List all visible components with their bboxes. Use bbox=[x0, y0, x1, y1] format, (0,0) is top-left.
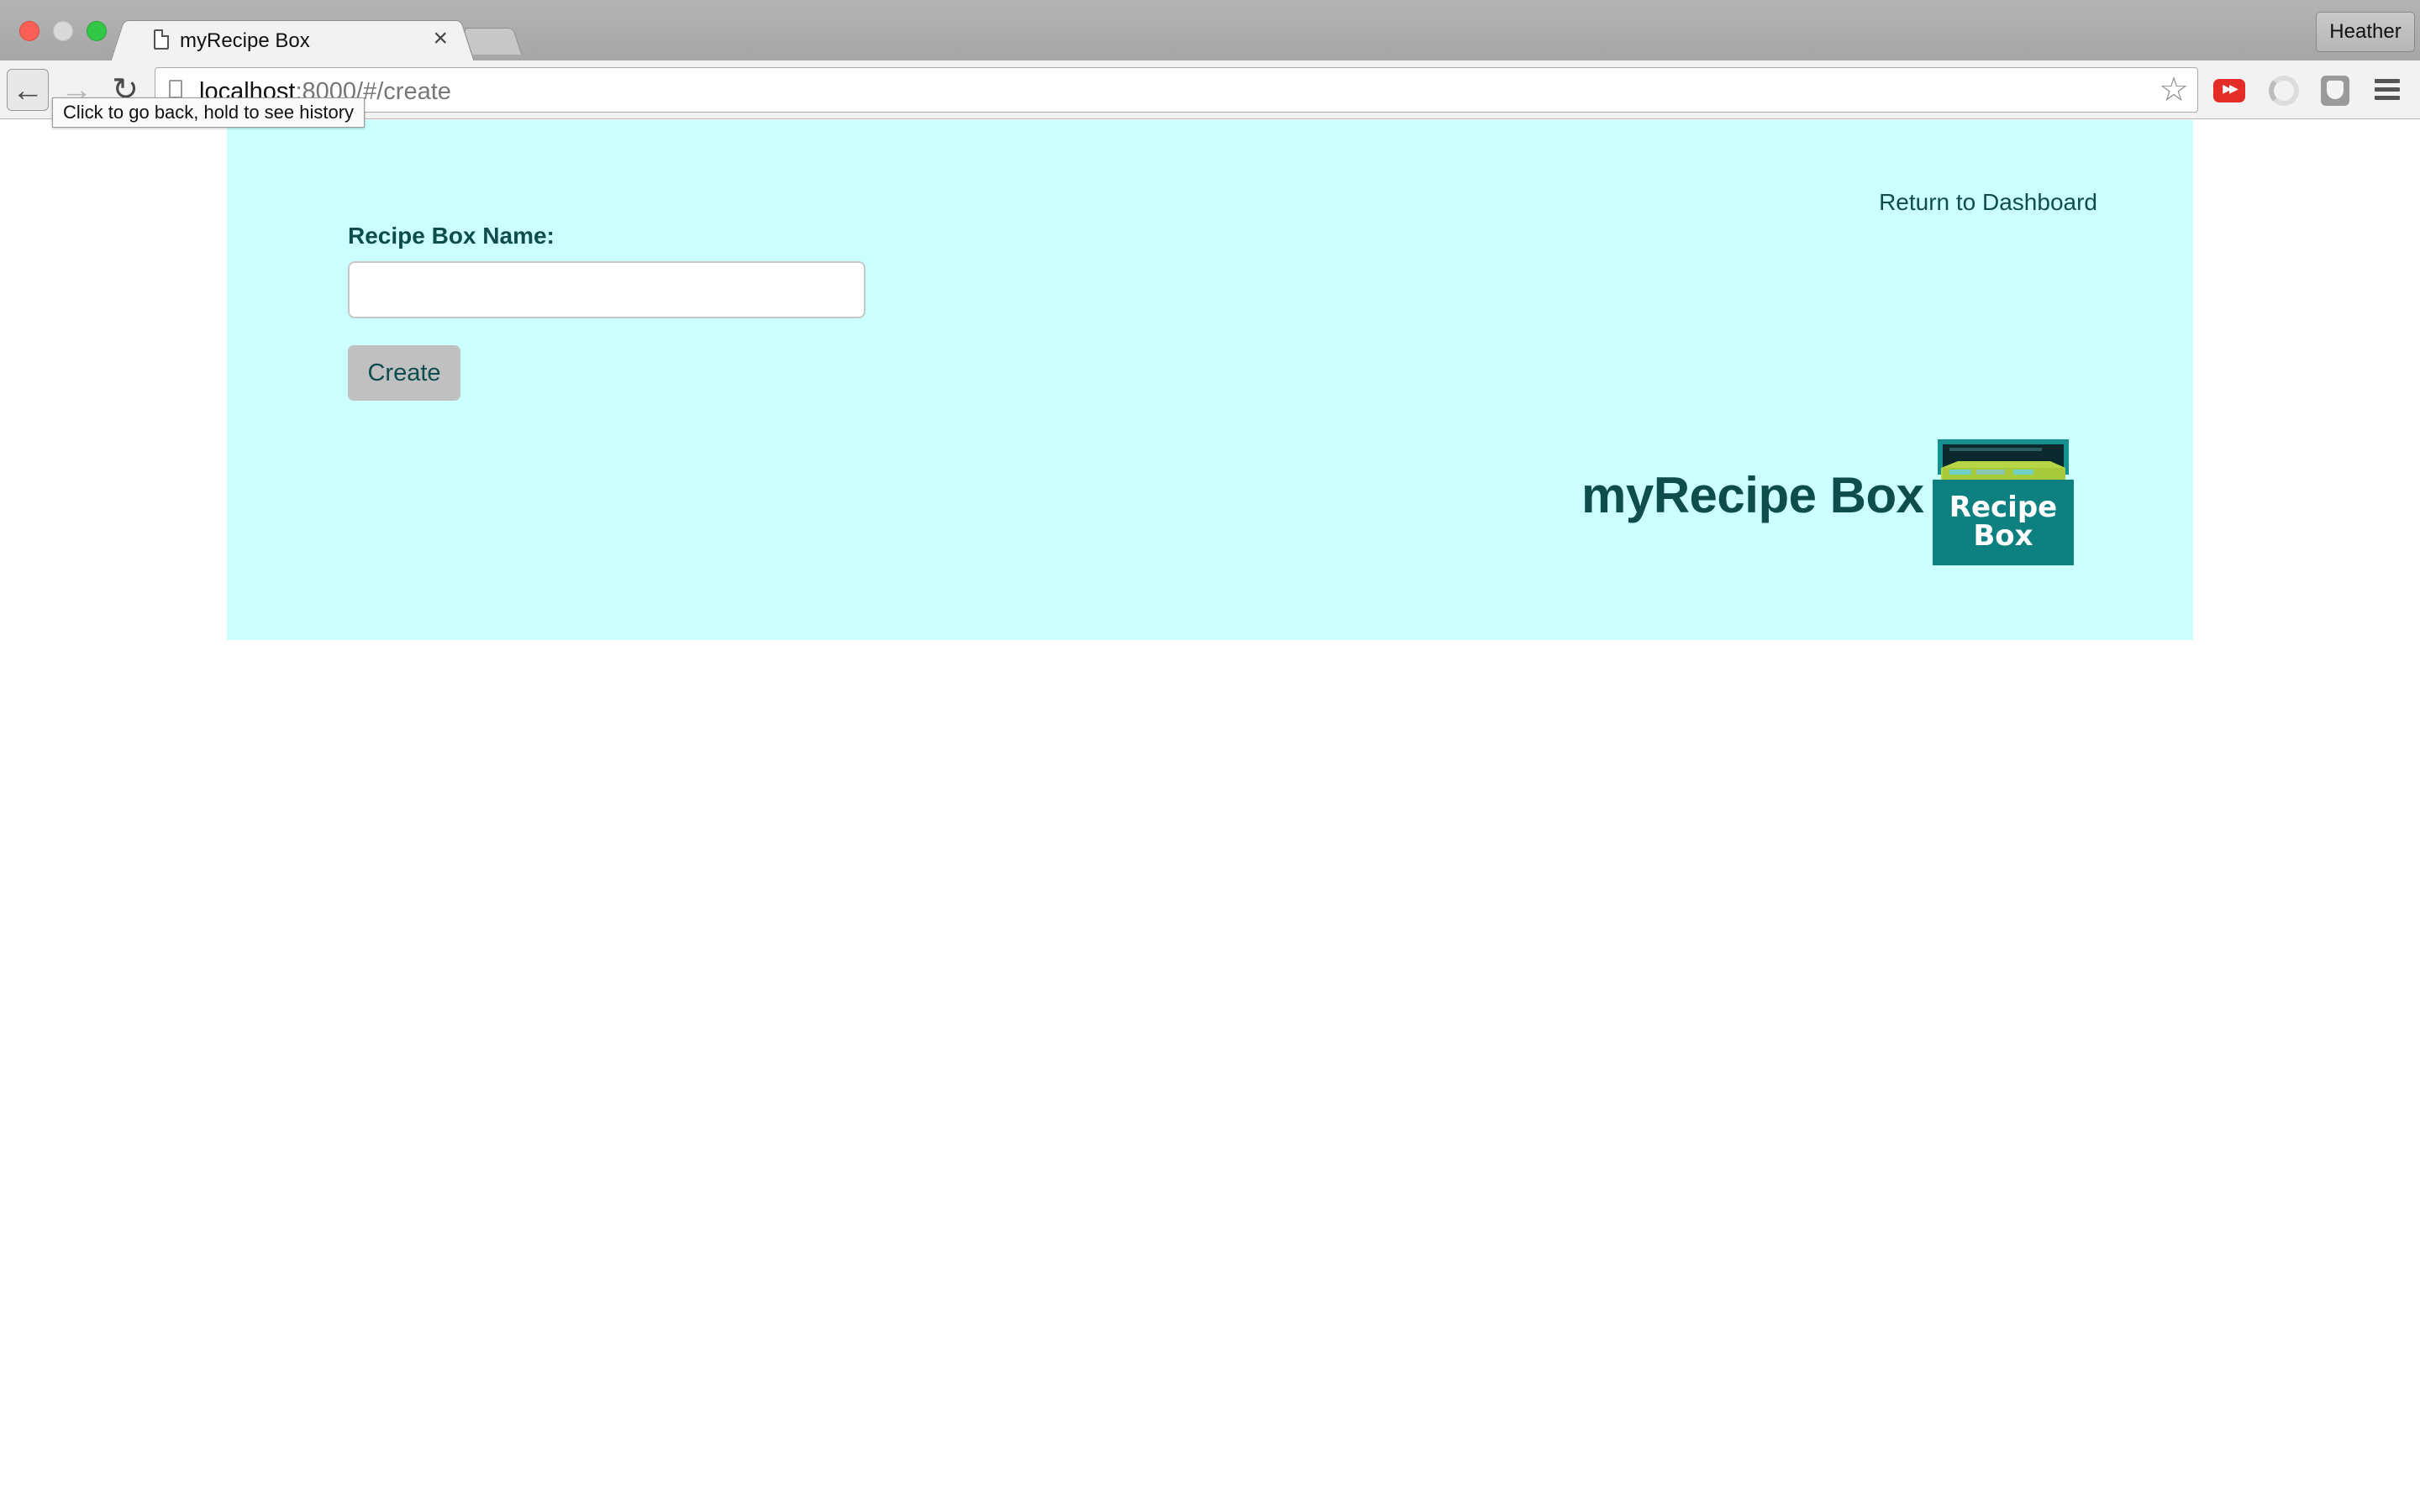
window-close-button[interactable] bbox=[19, 21, 39, 41]
recipe-box-logo: Recipe Box bbox=[1933, 439, 2074, 565]
profile-button[interactable]: Heather bbox=[2316, 12, 2415, 52]
window-maximize-button[interactable] bbox=[87, 21, 107, 41]
recipe-box-name-label: Recipe Box Name: bbox=[348, 223, 555, 249]
logo-text-box: Box bbox=[1973, 519, 2033, 553]
address-bar[interactable]: localhost:8000/#/create ☆ bbox=[155, 67, 2198, 113]
new-tab-button[interactable] bbox=[462, 28, 523, 55]
back-button-tooltip: Click to go back, hold to see history bbox=[52, 97, 366, 128]
youtube-extension-icon[interactable] bbox=[2213, 79, 2245, 102]
brand-name: myRecipe Box bbox=[1581, 467, 1924, 523]
create-button[interactable]: Create bbox=[348, 345, 460, 401]
hamburger-menu-icon[interactable] bbox=[2375, 79, 2400, 101]
recipe-box-name-input[interactable] bbox=[348, 261, 865, 318]
page-icon bbox=[154, 29, 169, 50]
browser-tab-active[interactable]: myRecipe Box × bbox=[126, 20, 459, 62]
browser-titlebar: myRecipe Box × Heather bbox=[0, 0, 2420, 62]
page-icon bbox=[169, 80, 182, 98]
create-recipe-box-panel: Return to Dashboard Recipe Box Name: Cre… bbox=[227, 120, 2193, 640]
return-to-dashboard-link[interactable]: Return to Dashboard bbox=[1879, 189, 2097, 216]
back-arrow-icon[interactable]: ← bbox=[7, 69, 49, 111]
bookmark-star-icon[interactable]: ☆ bbox=[2159, 71, 2189, 108]
sync-extension-icon[interactable] bbox=[2269, 76, 2299, 106]
tab-close-icon[interactable]: × bbox=[433, 24, 448, 52]
window-minimize-button[interactable] bbox=[53, 21, 73, 41]
tab-title: myRecipe Box bbox=[180, 29, 310, 52]
shield-extension-icon[interactable] bbox=[2321, 76, 2349, 106]
